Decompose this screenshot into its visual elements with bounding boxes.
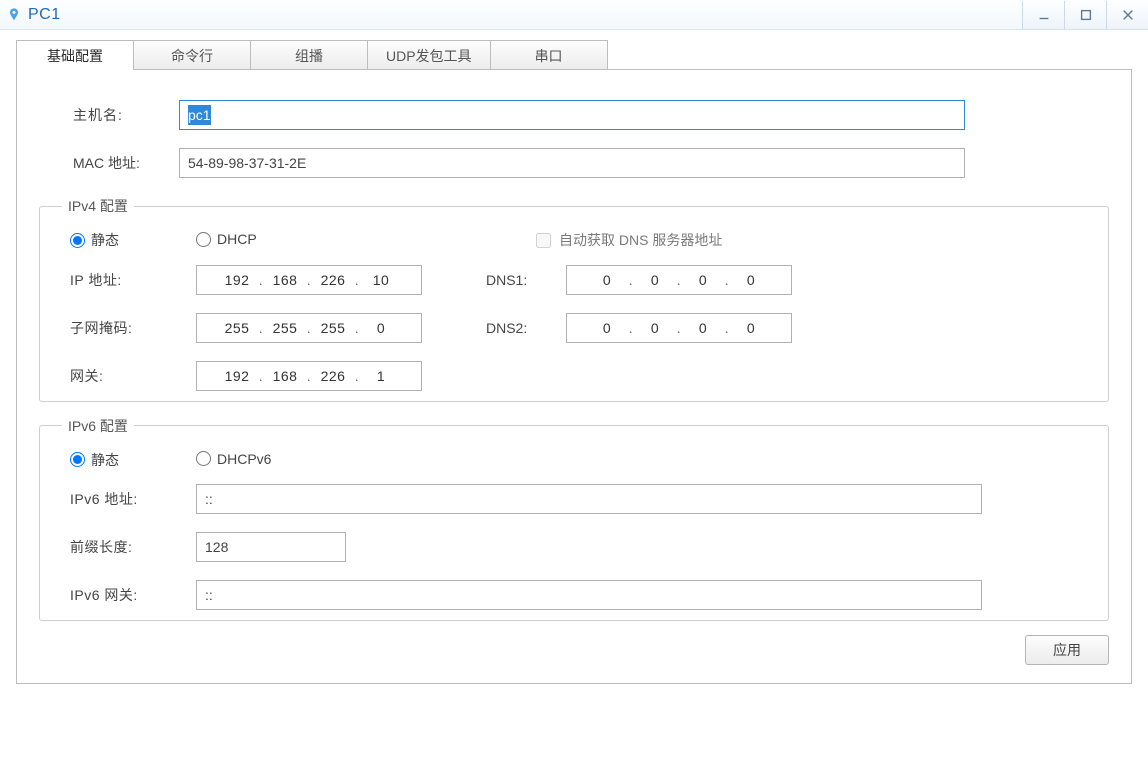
close-button[interactable] <box>1106 1 1148 29</box>
ipv4-radio-static[interactable]: 静态 <box>70 230 119 250</box>
hostname-label: 主机名: <box>39 105 179 125</box>
apply-button[interactable]: 应用 <box>1025 635 1109 665</box>
ip-input[interactable]: 192. 168. 226. 10 <box>196 265 422 295</box>
tab-basic-config[interactable]: 基础配置 <box>16 40 134 70</box>
app-icon <box>6 7 22 23</box>
minimize-button[interactable] <box>1022 1 1064 29</box>
ipv6-gw-label: IPv6 网关: <box>56 585 196 605</box>
ipv4-legend: IPv4 配置 <box>62 196 134 216</box>
tab-multicast[interactable]: 组播 <box>250 40 368 70</box>
mask-input[interactable]: 255. 255. 255. 0 <box>196 313 422 343</box>
mac-input[interactable] <box>179 148 965 178</box>
ipv4-auto-dns-checkbox[interactable]: 自动获取 DNS 服务器地址 <box>536 230 722 250</box>
gw-label: 网关: <box>56 366 196 386</box>
dns2-input[interactable]: 0. 0. 0. 0 <box>566 313 792 343</box>
ipv6-addr-input[interactable] <box>196 484 982 514</box>
ipv6-radio-static[interactable]: 静态 <box>70 450 119 470</box>
dns1-input[interactable]: 0. 0. 0. 0 <box>566 265 792 295</box>
titlebar: PC1 <box>0 0 1148 30</box>
gw-input[interactable]: 192. 168. 226. 1 <box>196 361 422 391</box>
ipv6-prefix-input[interactable] <box>196 532 346 562</box>
ipv6-addr-label: IPv6 地址: <box>56 489 196 509</box>
dns2-label: DNS2: <box>446 320 566 336</box>
hostname-input[interactable]: pc1 <box>179 100 965 130</box>
window-title: PC1 <box>28 6 61 24</box>
mac-label: MAC 地址: <box>39 153 179 173</box>
tab-cli[interactable]: 命令行 <box>133 40 251 70</box>
ipv6-radio-dhcp[interactable]: DHCPv6 <box>196 451 271 467</box>
ipv6-group: IPv6 配置 静态 DHCPv6 IPv6 地址: <box>39 416 1109 622</box>
ipv4-radio-dhcp[interactable]: DHCP <box>196 231 257 247</box>
dns1-label: DNS1: <box>446 272 566 288</box>
ipv4-group: IPv4 配置 静态 DHCP 自 <box>39 196 1109 402</box>
ip-label: IP 地址: <box>56 270 196 290</box>
tab-serial[interactable]: 串口 <box>490 40 608 70</box>
ipv6-prefix-label: 前缀长度: <box>56 537 196 557</box>
ipv6-legend: IPv6 配置 <box>62 416 134 436</box>
ipv6-gw-input[interactable] <box>196 580 982 610</box>
tab-udp-tool[interactable]: UDP发包工具 <box>367 40 491 70</box>
tab-bar: 基础配置 命令行 组播 UDP发包工具 串口 <box>16 40 1132 70</box>
maximize-button[interactable] <box>1064 1 1106 29</box>
config-panel: 主机名: pc1 MAC 地址: IPv4 配置 静态 <box>16 69 1132 684</box>
mask-label: 子网掩码: <box>56 318 196 338</box>
